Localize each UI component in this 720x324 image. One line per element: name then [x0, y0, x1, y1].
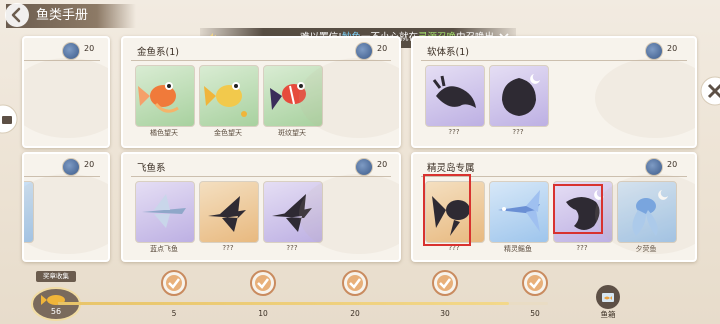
fish-card-gold-celestial[interactable]: [199, 65, 259, 127]
flyingfish-icon: [142, 194, 186, 228]
panel-title: 金鱼系(1): [137, 47, 179, 58]
fish-card-evening-glow[interactable]: [617, 181, 677, 243]
spirit-ray-icon: [498, 190, 540, 232]
fish-badge-icon: [645, 42, 663, 60]
fish-card-unknown-shell[interactable]: [489, 65, 549, 127]
fish-card-label: ???: [222, 244, 234, 252]
left-nav-button[interactable]: [0, 104, 18, 134]
panel-title: 精灵岛专属: [427, 163, 475, 174]
highlight-box: [553, 184, 603, 234]
fish-card-label: 金色望天: [214, 129, 242, 137]
flyingfish-silhouette-icon: [208, 196, 246, 232]
fish-card-unknown-axolotl[interactable]: [425, 65, 485, 127]
milestone-check-icon[interactable]: [342, 270, 368, 296]
fish-card-label: 斑纹望天: [278, 129, 306, 137]
collection-label: 奖章收集: [36, 271, 76, 282]
milestone-label: 30: [440, 309, 450, 318]
fish-card-bluedot-flyingfish[interactable]: [135, 181, 195, 243]
fish-badge-icon: [62, 42, 80, 60]
panel-mollusc[interactable]: 软体系(1) 20 ??? ???: [411, 36, 697, 148]
fish-card-label: 精灵鳐鱼: [504, 245, 532, 253]
panel-top-left: 20: [22, 36, 110, 148]
fish-badge-icon: [355, 158, 373, 176]
goldfish-gold-icon: [204, 82, 247, 117]
milestone-check-icon[interactable]: [522, 270, 548, 296]
divider: [131, 176, 391, 177]
highlight-box: [423, 174, 471, 246]
divider: [421, 60, 687, 61]
fish-card-label: ???: [448, 128, 460, 136]
fish-card-spirit-ray[interactable]: [489, 181, 549, 243]
collection-progress-bar: [58, 302, 548, 305]
divider: [131, 60, 391, 61]
close-side-button[interactable]: [700, 76, 720, 106]
goldfish-orange-icon: [138, 82, 179, 113]
goldfish-striped-icon: [270, 82, 306, 110]
evening-glow-fish-icon: [632, 190, 668, 236]
divider: [24, 60, 100, 61]
milestone-label: 50: [530, 309, 540, 318]
fish-card-striped-celestial[interactable]: [263, 65, 323, 127]
milestone-label: 20: [350, 309, 360, 318]
panel-bottom-left: 20: [22, 152, 110, 262]
fish-card-label: 蓝点飞鱼: [150, 245, 178, 253]
shell-silhouette-icon: [502, 74, 540, 116]
collection-count: 56: [50, 307, 62, 316]
milestone-check-icon[interactable]: [432, 270, 458, 296]
milestone-label: 10: [258, 309, 268, 318]
fish-badge-icon: [355, 42, 373, 60]
fish-card-unknown-flyingfish[interactable]: [199, 181, 259, 243]
panel-flyingfish[interactable]: 飞鱼系 20 蓝点飞鱼 ??? ???: [121, 152, 401, 262]
divider: [24, 176, 100, 177]
fish-card-orange-celestial[interactable]: [135, 65, 195, 127]
axolotl-silhouette-icon: [432, 75, 476, 108]
panel-title: 软体系(1): [427, 47, 469, 58]
milestone-check-icon[interactable]: [250, 270, 276, 296]
milestone-check-icon[interactable]: [161, 270, 187, 296]
fish-tank-icon[interactable]: [595, 284, 621, 310]
fish-card-label: ???: [286, 244, 298, 252]
milestone-label: 5: [171, 309, 177, 318]
fish-card-label: 橘色望天: [150, 129, 178, 137]
fish-card-label: 夕荧鱼: [635, 245, 657, 253]
flyingfish-silhouette-icon: [272, 194, 312, 232]
panel-goldfish[interactable]: 金鱼系(1) 20 橘色望天 金色望天 斑纹望天: [121, 36, 401, 148]
fish-card-partial[interactable]: [24, 181, 34, 243]
progress-fill: [58, 302, 509, 305]
panel-title: 飞鱼系: [137, 163, 166, 174]
back-arrow-icon[interactable]: [4, 2, 30, 28]
fish-tank-label: 鱼箱: [600, 310, 616, 319]
fish-card-unknown-flyingfish-2[interactable]: [263, 181, 323, 243]
fish-badge-icon: [62, 158, 80, 176]
fish-card-label: ???: [576, 244, 588, 252]
fish-badge-icon: [645, 158, 663, 176]
fish-card-label: ???: [512, 128, 524, 136]
